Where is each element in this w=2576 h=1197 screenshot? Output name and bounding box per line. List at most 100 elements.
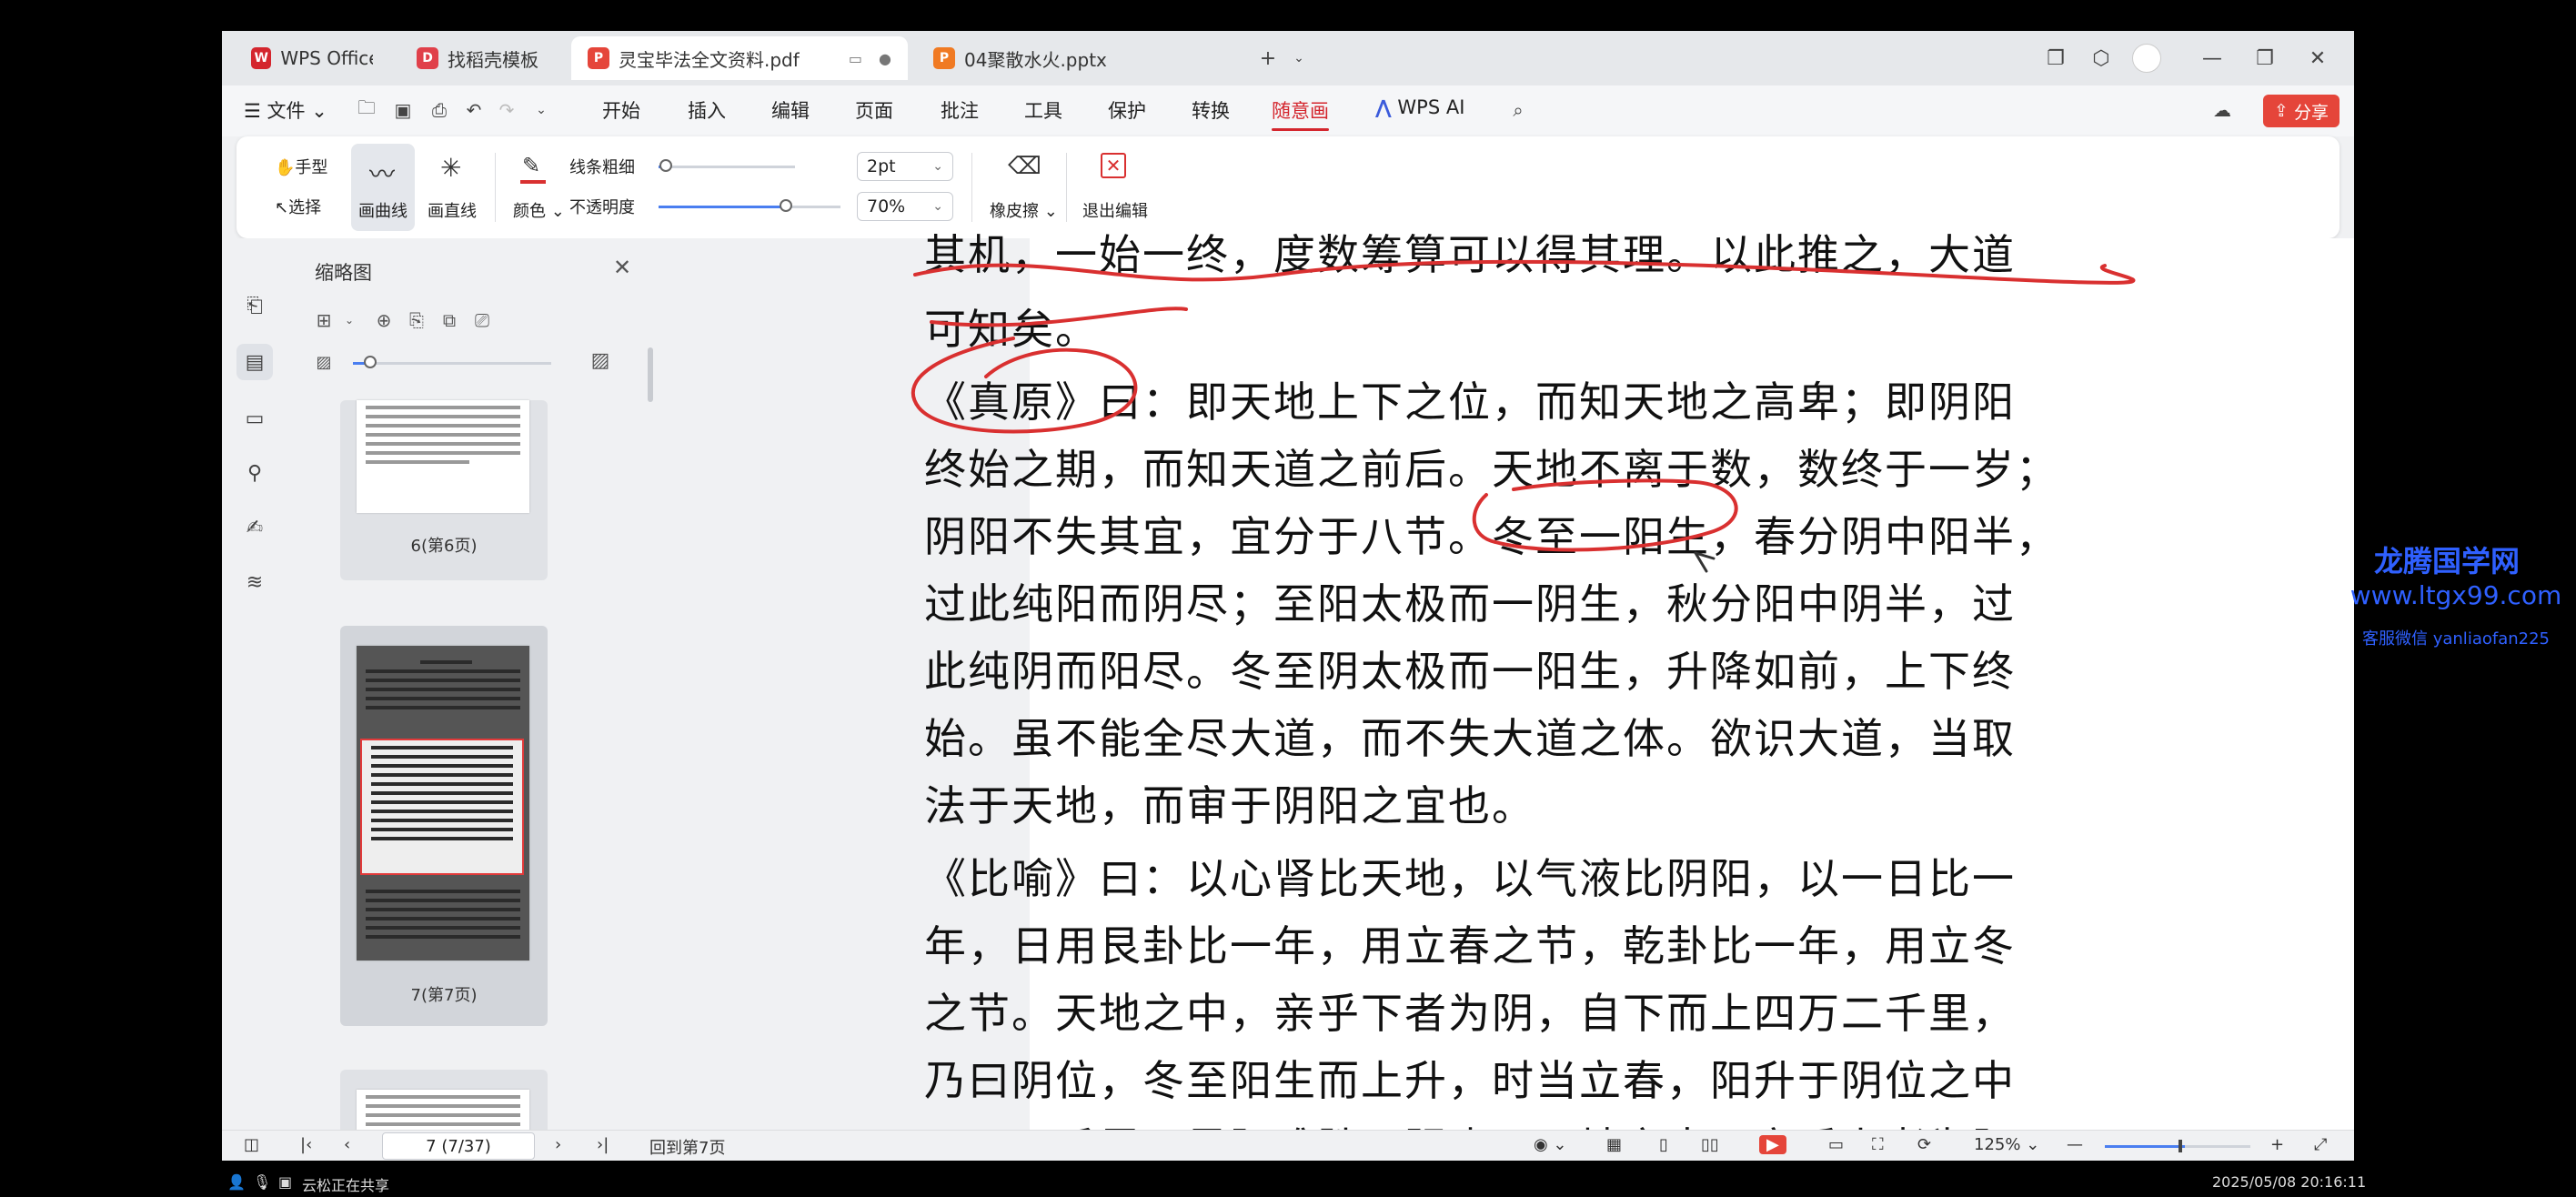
close-window-button[interactable]: ✕: [2301, 42, 2334, 75]
user-share-icon[interactable]: 👤: [227, 1173, 246, 1191]
file-menu[interactable]: ☰ 文件 ⌄: [244, 96, 327, 124]
draw-line-button[interactable]: ✳ 画直线: [420, 144, 484, 231]
page-number-input[interactable]: 7 (7/37): [382, 1132, 535, 1160]
zoom-in-icon[interactable]: +: [2270, 1135, 2284, 1154]
screen-share-icon[interactable]: ▣: [278, 1173, 292, 1191]
search-icon[interactable]: ⌕: [1506, 98, 1530, 122]
tab-docer-templates[interactable]: D 找稻壳模板: [400, 36, 555, 80]
continuous-page-icon[interactable]: ▭: [1828, 1135, 1844, 1154]
color-picker[interactable]: ✎ 颜色 ⌄: [508, 144, 565, 231]
bookmark-icon[interactable]: ⎗: [236, 287, 273, 324]
hand-tool-button[interactable]: ✋手型: [275, 155, 327, 178]
wps-ai-button[interactable]: ⋀ WPS AI: [1375, 96, 1464, 118]
last-page-icon[interactable]: ›|: [597, 1135, 609, 1154]
pdf-icon: P: [588, 47, 609, 69]
print-icon[interactable]: ⎙: [428, 98, 451, 122]
share-button[interactable]: ⇪ 分享: [2263, 95, 2340, 127]
menu-comment[interactable]: 批注: [941, 96, 979, 124]
line-width-slider[interactable]: [659, 159, 795, 172]
small-image-icon[interactable]: ▨: [311, 349, 337, 375]
opacity-slider[interactable]: [659, 199, 840, 212]
redo-icon[interactable]: ↷: [495, 98, 518, 122]
watermark-title: 龙腾国学网: [2373, 544, 2520, 578]
tab-modified-dot-icon[interactable]: ●: [879, 50, 891, 67]
restore-button[interactable]: ❐: [2249, 42, 2281, 75]
menu-start[interactable]: 开始: [602, 96, 640, 124]
thumbnail-page-7[interactable]: 7(第7页): [340, 626, 548, 1026]
open-folder-icon[interactable]: 🗀: [355, 96, 378, 122]
back-to-page-link[interactable]: 回到第7页: [649, 1135, 725, 1159]
replace-page-icon[interactable]: ⎚: [469, 307, 495, 333]
text-line: 过此纯阳而阴尽；至阳太极而一阴生，秋分阳中阴半，过: [924, 579, 2016, 629]
thumbnail-panel-icon[interactable]: ▤: [236, 344, 273, 380]
zoom-slider[interactable]: [2105, 1140, 2250, 1152]
thumbnail-size-slider[interactable]: [353, 356, 551, 368]
thumbnail-scrollbar[interactable]: [648, 347, 653, 402]
new-tab-button[interactable]: +: [1252, 42, 1284, 75]
grid-view-chevron-icon[interactable]: ⌄: [337, 307, 362, 333]
eye-icon[interactable]: ◉ ⌄: [1534, 1135, 1567, 1154]
first-page-icon[interactable]: |‹: [300, 1135, 312, 1154]
menu-bar: ☰ 文件 ⌄ 🗀 ▣ ⎙ ↶ ↷ ⌄ 开始 插入 编辑 页面 批注 工具 保护 …: [222, 86, 2354, 136]
rotate-icon[interactable]: ⟳: [1917, 1135, 1931, 1154]
zoom-select[interactable]: 125% ⌄: [1974, 1135, 2039, 1154]
menu-edit[interactable]: 编辑: [771, 96, 810, 124]
menu-protect[interactable]: 保护: [1108, 96, 1146, 124]
cube-icon[interactable]: ⬡: [2085, 42, 2118, 75]
tab-pptx-document[interactable]: P 04聚散水火.pptx: [917, 36, 1244, 80]
wps-ai-icon: ⋀: [1375, 96, 1392, 118]
close-panel-icon[interactable]: ✕: [613, 255, 631, 280]
menu-freehand-draw[interactable]: 随意画: [1272, 96, 1329, 131]
signature-icon[interactable]: ✍: [236, 509, 273, 546]
microphone-icon[interactable]: 🎙: [253, 1173, 271, 1191]
clock-datetime: 2025/05/08 20:16:11: [2212, 1173, 2367, 1191]
text-line: 阴阳不失其宜，宜分于八节。冬至一阳生，春分阴中阳半，: [924, 512, 2059, 561]
draw-curve-label: 画曲线: [358, 202, 408, 221]
insert-page-icon[interactable]: ⊕: [371, 307, 397, 333]
avatar[interactable]: [2130, 42, 2163, 75]
zoom-out-icon[interactable]: —: [2067, 1135, 2083, 1154]
single-page-icon[interactable]: ▯: [1659, 1135, 1668, 1154]
fullscreen-icon[interactable]: ⛶: [1872, 1135, 1884, 1154]
fit-width-icon[interactable]: ⤢: [2314, 1135, 2327, 1154]
save-icon[interactable]: ▣: [391, 98, 415, 122]
fit-page-icon[interactable]: ▦: [1606, 1135, 1622, 1154]
grid-view-icon[interactable]: ⊞: [311, 307, 337, 333]
exit-edit-button[interactable]: ✕ 退出编辑: [1073, 144, 1155, 231]
select-tool-label: 选择: [288, 198, 322, 217]
tab-list-chevron-icon[interactable]: ⌄: [1283, 42, 1315, 75]
tab-window-icon[interactable]: ▭: [849, 50, 862, 67]
next-page-icon[interactable]: ›: [555, 1135, 561, 1154]
sidebar-toggle-icon[interactable]: ◫: [244, 1135, 259, 1154]
thumbnail-page-6[interactable]: 6(第6页): [340, 400, 548, 580]
menu-insert[interactable]: 插入: [688, 96, 726, 124]
copy-page-icon[interactable]: ⧉: [437, 307, 462, 333]
attachment-icon[interactable]: ⚲: [236, 455, 273, 491]
undo-icon[interactable]: ↶: [462, 98, 486, 122]
zoom-value: 125%: [1974, 1135, 2021, 1154]
tab-pdf-document[interactable]: P 灵宝毕法全文资料.pdf ▭ ●: [571, 36, 908, 80]
play-button[interactable]: ▶: [1759, 1135, 1786, 1154]
text-line: 《比喻》曰：以心肾比天地，以气液比阴阳，以一日比一: [924, 854, 2016, 903]
draw-curve-button[interactable]: 〰 画曲线: [351, 144, 415, 231]
minimize-button[interactable]: —: [2196, 42, 2229, 75]
menu-convert[interactable]: 转换: [1192, 96, 1230, 124]
window-manager-icon[interactable]: ❐: [2039, 42, 2072, 75]
select-tool-button[interactable]: ↖选择: [275, 195, 321, 218]
previous-page-icon[interactable]: ‹: [344, 1135, 350, 1154]
opacity-select[interactable]: 70% ⌄: [857, 192, 953, 221]
double-page-icon[interactable]: ▯▯: [1701, 1135, 1719, 1154]
wps-ai-label: WPS AI: [1397, 96, 1465, 118]
line-width-select[interactable]: 2pt ⌄: [857, 152, 953, 181]
tab-label: WPS Office: [280, 47, 373, 69]
eraser-button[interactable]: ⌫ 橡皮擦 ⌄: [981, 144, 1059, 231]
quick-access-chevron-icon[interactable]: ⌄: [529, 98, 553, 122]
menu-tools[interactable]: 工具: [1024, 96, 1062, 124]
extract-page-icon[interactable]: ⎘: [404, 307, 429, 333]
menu-page[interactable]: 页面: [855, 96, 893, 124]
comment-icon[interactable]: ▭: [236, 400, 273, 437]
cloud-upload-icon[interactable]: ☁: [2210, 98, 2234, 122]
large-image-icon[interactable]: ▨: [588, 347, 613, 373]
layers-icon[interactable]: ≋: [236, 564, 273, 600]
tab-wps-office[interactable]: W WPS Office: [235, 36, 389, 80]
